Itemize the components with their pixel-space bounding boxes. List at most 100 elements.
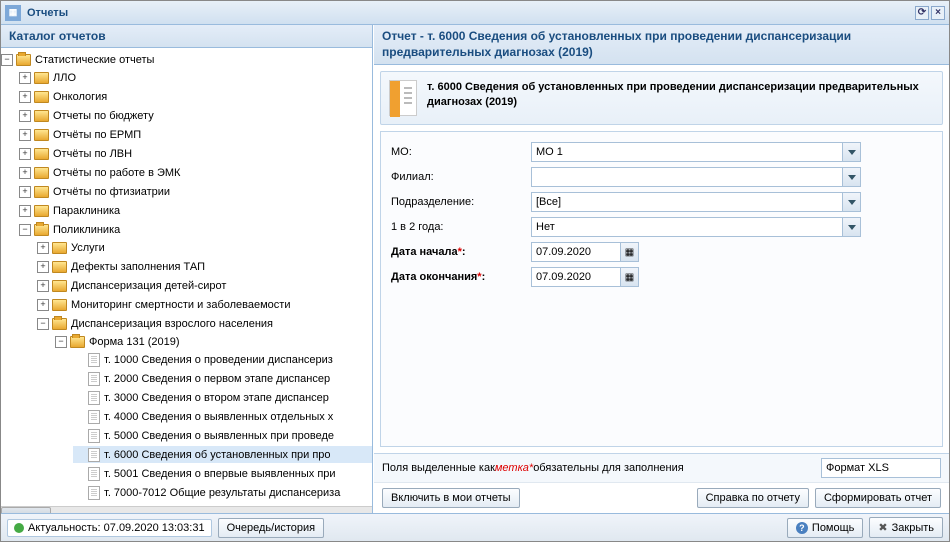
tree-folder-item[interactable]: +Параклиника bbox=[19, 202, 372, 219]
footer: Актуальность: 07.09.2020 13:03:31 Очеред… bbox=[1, 513, 949, 541]
format-input[interactable] bbox=[821, 458, 941, 478]
expand-icon[interactable]: + bbox=[37, 261, 49, 273]
tree-spacer bbox=[73, 354, 85, 366]
calendar-icon[interactable]: ▦ bbox=[621, 242, 639, 262]
tree-doc-item[interactable]: т. 5000 Сведения о выявленных при провед… bbox=[73, 427, 372, 444]
tree-spacer bbox=[73, 430, 85, 442]
tree-item-label: т. 5001 Сведения о впервые выявленных пр… bbox=[104, 468, 336, 480]
expand-icon[interactable]: + bbox=[19, 72, 31, 84]
form-report-button[interactable]: Сформировать отчет bbox=[815, 488, 941, 508]
end-date-field[interactable]: ▦ bbox=[531, 267, 639, 287]
tree-item-label: т. 3000 Сведения о втором этапе диспансе… bbox=[104, 392, 329, 404]
collapse-icon[interactable]: − bbox=[37, 318, 49, 330]
tree-item-label: Диспансеризация взрослого населения bbox=[71, 318, 273, 330]
hint-suffix: обязательны для заполнения bbox=[533, 462, 684, 474]
chevron-down-icon[interactable] bbox=[843, 142, 861, 162]
refresh-button[interactable]: ⟳ bbox=[915, 6, 929, 20]
status-text: Актуальность: 07.09.2020 13:03:31 bbox=[28, 522, 205, 534]
report-panel: Отчет - т. 6000 Сведения об установленны… bbox=[373, 25, 949, 513]
folder-icon bbox=[16, 54, 31, 66]
freq-combo[interactable] bbox=[531, 217, 861, 237]
tree-item-label: т. 6000 Сведения об установленных при пр… bbox=[104, 449, 331, 461]
chevron-down-icon[interactable] bbox=[843, 217, 861, 237]
podr-combo[interactable] bbox=[531, 192, 861, 212]
tree-folder-item[interactable]: −Статистические отчеты bbox=[1, 51, 372, 68]
expand-icon[interactable]: + bbox=[37, 280, 49, 292]
report-help-button[interactable]: Справка по отчету bbox=[697, 488, 809, 508]
tree-folder-item[interactable]: −Поликлиника bbox=[19, 221, 372, 238]
expand-icon[interactable]: + bbox=[19, 110, 31, 122]
start-date-field[interactable]: ▦ bbox=[531, 242, 639, 262]
collapse-icon[interactable]: − bbox=[1, 54, 13, 66]
tree-folder-item[interactable]: − Диспансеризация взрослого населения bbox=[37, 315, 372, 332]
chevron-down-icon[interactable] bbox=[843, 167, 861, 187]
folder-icon bbox=[34, 110, 49, 122]
tree-spacer bbox=[73, 449, 85, 461]
tree-item-label: Отчёты по ЛВН bbox=[53, 148, 132, 160]
expand-icon[interactable]: + bbox=[19, 205, 31, 217]
tree-doc-item[interactable]: т. 2000 Сведения о первом этапе диспансе… bbox=[73, 370, 372, 387]
close-button[interactable]: ✖Закрыть bbox=[869, 517, 943, 538]
tree-item-label: Диспансеризация детей-сирот bbox=[71, 280, 226, 292]
filial-input[interactable] bbox=[531, 167, 843, 187]
mo-input[interactable] bbox=[531, 142, 843, 162]
folder-icon bbox=[34, 167, 49, 179]
tree-doc-item[interactable]: т. 1000 Сведения о проведении диспансери… bbox=[73, 351, 372, 368]
tree-doc-item[interactable]: т. 3000 Сведения о втором этапе диспансе… bbox=[73, 389, 372, 406]
tree-folder-item[interactable]: + Отчёты по фтизиатрии bbox=[19, 183, 372, 200]
folder-icon bbox=[70, 336, 85, 348]
tree-doc-item[interactable]: т. 7000-7012 Общие результаты диспансери… bbox=[73, 484, 372, 501]
folder-icon bbox=[52, 318, 67, 330]
collapse-icon[interactable]: − bbox=[19, 224, 31, 236]
tree-doc-item[interactable]: т. 4000 Сведения о выявленных отдельных … bbox=[73, 408, 372, 425]
include-button[interactable]: Включить в мои отчеты bbox=[382, 488, 520, 508]
tree-spacer bbox=[73, 373, 85, 385]
tree-scroll[interactable]: −Статистические отчеты+ЛЛО+Онкология+Отч… bbox=[1, 48, 372, 513]
folder-icon bbox=[34, 186, 49, 198]
tree-folder-item[interactable]: +Дефекты заполнения ТАП bbox=[37, 258, 372, 275]
expand-icon[interactable]: + bbox=[19, 148, 31, 160]
filial-combo[interactable] bbox=[531, 167, 861, 187]
expand-icon[interactable]: + bbox=[19, 167, 31, 179]
format-combo[interactable] bbox=[821, 458, 941, 478]
folder-icon bbox=[34, 72, 49, 84]
tree-folder-item[interactable]: +ЛЛО bbox=[19, 69, 372, 86]
expand-icon[interactable]: + bbox=[19, 186, 31, 198]
calendar-icon[interactable]: ▦ bbox=[621, 267, 639, 287]
tree-item-label: Отчёты по фтизиатрии bbox=[53, 186, 170, 198]
tree-doc-item[interactable]: т. 6000 Сведения об установленных при пр… bbox=[73, 446, 372, 463]
tree-folder-item[interactable]: −Форма 131 (2019) bbox=[55, 333, 372, 350]
podr-input[interactable] bbox=[531, 192, 843, 212]
folder-icon bbox=[52, 261, 67, 273]
end-date-input[interactable] bbox=[531, 267, 621, 287]
freq-input[interactable] bbox=[531, 217, 843, 237]
end-date-label: Дата окончания*: bbox=[391, 271, 531, 283]
expand-icon[interactable]: + bbox=[19, 129, 31, 141]
tree-doc-item[interactable]: т. 5001 Сведения о впервые выявленных пр… bbox=[73, 465, 372, 482]
expand-icon[interactable]: + bbox=[37, 242, 49, 254]
tree-folder-item[interactable]: + Диспансеризация детей-сирот bbox=[37, 277, 372, 294]
document-icon bbox=[88, 391, 100, 405]
chevron-down-icon[interactable] bbox=[843, 192, 861, 212]
status-dot-icon bbox=[14, 523, 24, 533]
tree-folder-item[interactable]: +Онкология bbox=[19, 88, 372, 105]
mo-combo[interactable] bbox=[531, 142, 861, 162]
tree-folder-item[interactable]: +Отчеты по бюджету bbox=[19, 107, 372, 124]
app-icon: ▦ bbox=[5, 5, 21, 21]
tree-folder-item[interactable]: +Мониторинг смертности и заболеваемости bbox=[37, 296, 372, 313]
collapse-icon[interactable]: − bbox=[55, 336, 67, 348]
tree-folder-item[interactable]: +Услуги bbox=[37, 239, 372, 256]
document-icon bbox=[88, 372, 100, 386]
tree-folder-item[interactable]: +Отчёты по работе в ЭМК bbox=[19, 164, 372, 181]
expand-icon[interactable]: + bbox=[37, 299, 49, 311]
tree-folder-item[interactable]: + Отчёты по ЛВН bbox=[19, 145, 372, 162]
horizontal-scrollbar[interactable] bbox=[1, 506, 372, 513]
help-button[interactable]: ?Помощь bbox=[787, 518, 864, 538]
start-date-input[interactable] bbox=[531, 242, 621, 262]
close-window-button[interactable]: × bbox=[931, 6, 945, 20]
tree-spacer bbox=[73, 411, 85, 423]
report-document-icon bbox=[389, 80, 417, 116]
expand-icon[interactable]: + bbox=[19, 91, 31, 103]
tree-folder-item[interactable]: +Отчёты по ЕРМП bbox=[19, 126, 372, 143]
queue-button[interactable]: Очередь/история bbox=[218, 518, 325, 538]
